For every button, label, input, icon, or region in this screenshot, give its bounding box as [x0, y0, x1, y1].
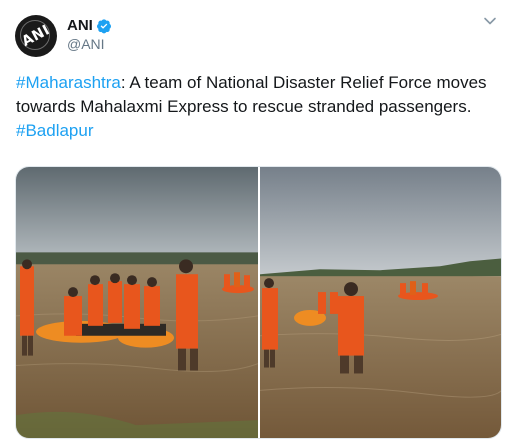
tweet-text: #Maharashtra: A team of National Disaste…: [16, 71, 498, 143]
display-name[interactable]: ANI: [67, 17, 93, 35]
flood-rescue-photo-boats[interactable]: [16, 167, 258, 438]
avatar[interactable]: ANI: [15, 15, 57, 57]
ani-logo: ANI: [19, 22, 53, 50]
author-handle[interactable]: @ANI: [67, 36, 105, 53]
flood-rescue-photo-wading[interactable]: [260, 167, 501, 438]
hashtag-badlapur[interactable]: #Badlapur: [16, 121, 94, 140]
chevron-down-icon[interactable]: [483, 14, 497, 28]
author-name-row[interactable]: ANI: [67, 17, 112, 35]
media-grid: [15, 166, 502, 439]
hashtag-maharashtra[interactable]: #Maharashtra: [16, 73, 121, 92]
tweet-card[interactable]: ANI ANI @ANI #Maharashtra: A team of Nat…: [0, 0, 506, 445]
verified-badge-icon: [96, 18, 112, 34]
